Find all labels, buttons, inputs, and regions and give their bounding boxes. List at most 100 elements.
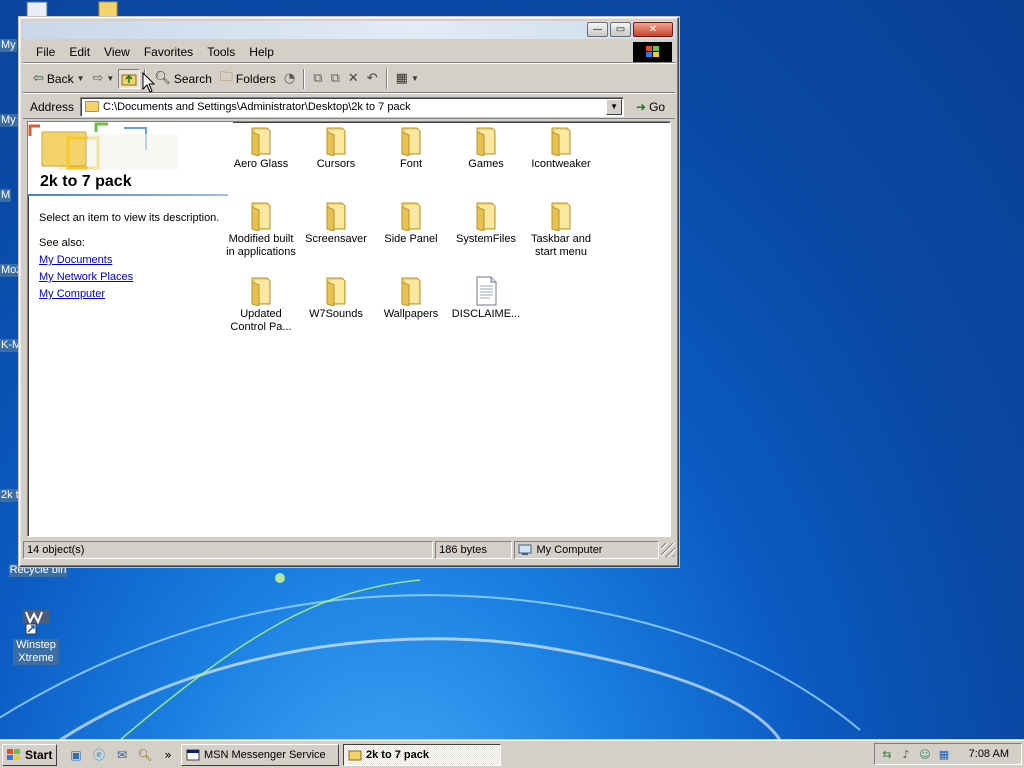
task-2k-to-7-pack[interactable]: 2k to 7 pack <box>343 743 501 766</box>
tray-msn-icon[interactable]: ☺ <box>917 746 933 762</box>
system-tray: ⇆ ♪ ☺ ▦ 7:08 AM <box>874 743 1022 765</box>
explorer-icon[interactable]: 🔍︎ <box>136 746 154 764</box>
address-label: Address <box>30 99 75 114</box>
computer-icon <box>518 544 532 555</box>
folder-item[interactable]: Aero Glass <box>223 126 299 171</box>
clock[interactable]: 7:08 AM <box>969 748 1009 760</box>
close-button[interactable]: ✕ <box>633 22 673 37</box>
wallpaper-swoosh <box>0 573 861 740</box>
address-field[interactable]: C:\Documents and Settings\Administrator\… <box>80 96 625 117</box>
outlook-express-icon[interactable]: ✉ <box>113 746 131 764</box>
folder-icon <box>551 127 571 156</box>
desktop-icon-label[interactable]: M <box>0 189 12 202</box>
description-text: Select an item to view its description. <box>39 212 220 224</box>
menu-help[interactable]: Help <box>242 45 281 59</box>
folder-item[interactable]: Screensaver <box>298 201 374 246</box>
folder-item[interactable]: Icontweaker <box>523 126 599 171</box>
back-arrow-icon: ⇦ <box>33 71 44 86</box>
menu-view[interactable]: View <box>97 45 137 59</box>
quicklaunch-more-button[interactable]: » <box>159 746 177 764</box>
folder-item[interactable]: W7Sounds <box>298 276 374 321</box>
folder-title: 2k to 7 pack <box>40 173 132 190</box>
address-value[interactable]: C:\Documents and Settings\Administrator\… <box>103 101 411 113</box>
task-msn-messenger[interactable]: MSN Messenger Service <box>181 743 339 766</box>
folder-item[interactable]: Cursors <box>298 126 374 171</box>
quick-launch: ▣ ⓔ ✉ 🔍︎ » <box>67 746 177 764</box>
folder-view[interactable]: 2k to 7 pack Select an item to view its … <box>27 121 671 537</box>
status-zone: My Computer <box>514 541 660 559</box>
folder-icon <box>251 277 271 306</box>
history-button[interactable]: ◔ <box>280 68 299 90</box>
delete-button[interactable]: ✕ <box>344 68 363 90</box>
menu-file[interactable]: File <box>29 45 62 59</box>
folder-item[interactable]: Taskbar and start menu <box>523 201 599 259</box>
menu-favorites[interactable]: Favorites <box>137 45 200 59</box>
folder-icon <box>476 127 496 156</box>
dropdown-arrow-icon[interactable]: ▼ <box>77 74 85 83</box>
search-button[interactable]: 🔍︎ Search <box>150 68 216 90</box>
folder-item[interactable]: Modified built in applications <box>223 201 299 259</box>
desktop-icon-label[interactable]: My <box>0 39 17 52</box>
file-item[interactable]: DISCLAIME... <box>448 276 524 321</box>
mouse-cursor-icon <box>142 72 156 93</box>
folder-item[interactable]: Updated Control Pa... <box>223 276 299 334</box>
tray-app-icon[interactable]: ▦ <box>936 746 952 762</box>
search-label: Search <box>173 71 212 86</box>
link-my-computer[interactable]: My Computer <box>39 288 105 300</box>
folder-item[interactable]: Font <box>373 126 449 171</box>
winstep-icon <box>23 610 49 635</box>
webview-panel: 2k to 7 pack Select an item to view its … <box>28 122 233 536</box>
history-icon: ◔ <box>283 71 296 86</box>
desktop-icon-label: Winstep Xtreme <box>13 639 59 665</box>
document-icon <box>26 1 48 19</box>
menu-tools[interactable]: Tools <box>200 45 242 59</box>
go-arrow-icon: ➜ <box>636 99 647 114</box>
views-button[interactable]: ▦ ▼ <box>392 68 423 90</box>
file-list: Aero Glass Cursors Font Games Icontweake… <box>226 122 670 536</box>
folder-icon <box>348 750 362 760</box>
link-my-documents[interactable]: My Documents <box>39 254 112 266</box>
folder-item[interactable]: Side Panel <box>373 201 449 246</box>
back-button[interactable]: ⇦ Back ▼ <box>29 68 89 90</box>
winstep-xtreme-desktop-icon[interactable]: Winstep Xtreme <box>6 608 66 665</box>
address-dropdown-button[interactable]: ▼ <box>606 98 623 115</box>
see-also-label: See also: <box>39 237 85 249</box>
resize-grip[interactable] <box>661 543 675 557</box>
item-label: Wallpapers <box>383 308 439 320</box>
folder-icon <box>476 202 496 231</box>
show-desktop-icon[interactable]: ▣ <box>67 746 85 764</box>
title-bar[interactable]: — ▭ ✕ <box>23 21 675 39</box>
link-my-network-places[interactable]: My Network Places <box>39 271 133 283</box>
folder-icon <box>401 202 421 231</box>
menu-edit[interactable]: Edit <box>62 45 97 59</box>
minimize-button[interactable]: — <box>587 22 608 37</box>
forward-button[interactable]: ⇨ ▼ <box>89 68 119 90</box>
item-label: Side Panel <box>384 233 438 245</box>
folder-icon <box>251 127 271 156</box>
folders-button[interactable]: 🗀 Folders <box>216 68 280 90</box>
undo-button[interactable]: ↶ <box>363 68 382 90</box>
explorer-window[interactable]: — ▭ ✕ File Edit View Favorites Tools Hel… <box>19 17 679 567</box>
my-documents-desktop-icon[interactable] <box>22 0 52 19</box>
folder-item[interactable]: Games <box>448 126 524 171</box>
folders-icon: 🗀 <box>219 69 233 85</box>
item-label: Icontweaker <box>531 158 591 170</box>
up-folder-button[interactable] <box>118 68 141 89</box>
folder-item[interactable]: Wallpapers <box>373 276 449 321</box>
folder-icon <box>85 101 100 112</box>
internet-explorer-icon[interactable]: ⓔ <box>90 746 108 764</box>
tray-volume-icon[interactable]: ♪ <box>898 746 914 762</box>
go-button[interactable]: ➜ Go <box>630 100 665 114</box>
tray-network-icon[interactable]: ⇆ <box>879 746 895 762</box>
item-label: Screensaver <box>305 233 367 245</box>
dropdown-arrow-icon[interactable]: ▼ <box>106 74 114 83</box>
maximize-button[interactable]: ▭ <box>610 22 631 37</box>
dropdown-arrow-icon[interactable]: ▼ <box>411 74 419 83</box>
copy-to-button[interactable]: ⧉ <box>327 68 344 90</box>
undo-icon: ↶ <box>366 71 378 86</box>
start-button[interactable]: Start <box>2 743 57 766</box>
item-label: Modified built in applications <box>226 233 296 258</box>
move-to-button[interactable]: ⧉ <box>309 68 326 90</box>
folder-icon <box>326 127 346 156</box>
folder-item[interactable]: SystemFiles <box>448 201 524 246</box>
